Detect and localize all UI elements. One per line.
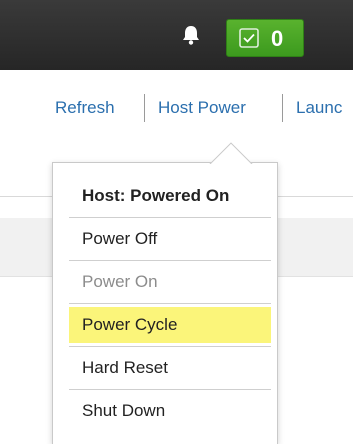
menu-caret (207, 139, 257, 164)
toolbar-separator (144, 94, 145, 122)
host-power-menu: Host: Powered On Power Off Power On Powe… (52, 162, 278, 444)
menu-item-hard-reset[interactable]: Hard Reset (69, 350, 271, 386)
menu-item-power-cycle[interactable]: Power Cycle (69, 307, 271, 343)
menu-item-label: Shut Down (82, 401, 166, 420)
menu-item-label: Power Off (82, 229, 158, 248)
menu-item-power-on: Power On (69, 264, 271, 300)
refresh-link[interactable]: Refresh (55, 97, 115, 119)
status-count: 0 (271, 26, 284, 51)
menu-caret-shape (208, 142, 254, 164)
menu-header-label: Host: Powered On (82, 186, 230, 205)
bell-icon[interactable] (180, 24, 202, 46)
menu-divider (69, 260, 271, 261)
menu-header: Host: Powered On (69, 178, 271, 214)
toolbar: Refresh Host Power Launc (0, 94, 353, 124)
menu-divider (69, 303, 271, 304)
menu-item-label: Power Cycle (82, 315, 178, 334)
status-indicator[interactable]: 0 (226, 19, 304, 57)
menu-divider (69, 217, 271, 218)
menu-item-label: Power On (82, 272, 158, 291)
menu-divider (69, 389, 271, 390)
host-power-link[interactable]: Host Power (158, 97, 246, 119)
menu-divider (69, 346, 271, 347)
menu-item-shut-down[interactable]: Shut Down (69, 393, 271, 429)
checkbox-icon (239, 28, 259, 48)
top-bar: 0 (0, 0, 353, 70)
toolbar-separator (282, 94, 283, 122)
menu-item-power-off[interactable]: Power Off (69, 221, 271, 257)
launch-link[interactable]: Launc (296, 97, 342, 119)
menu-item-label: Hard Reset (82, 358, 168, 377)
